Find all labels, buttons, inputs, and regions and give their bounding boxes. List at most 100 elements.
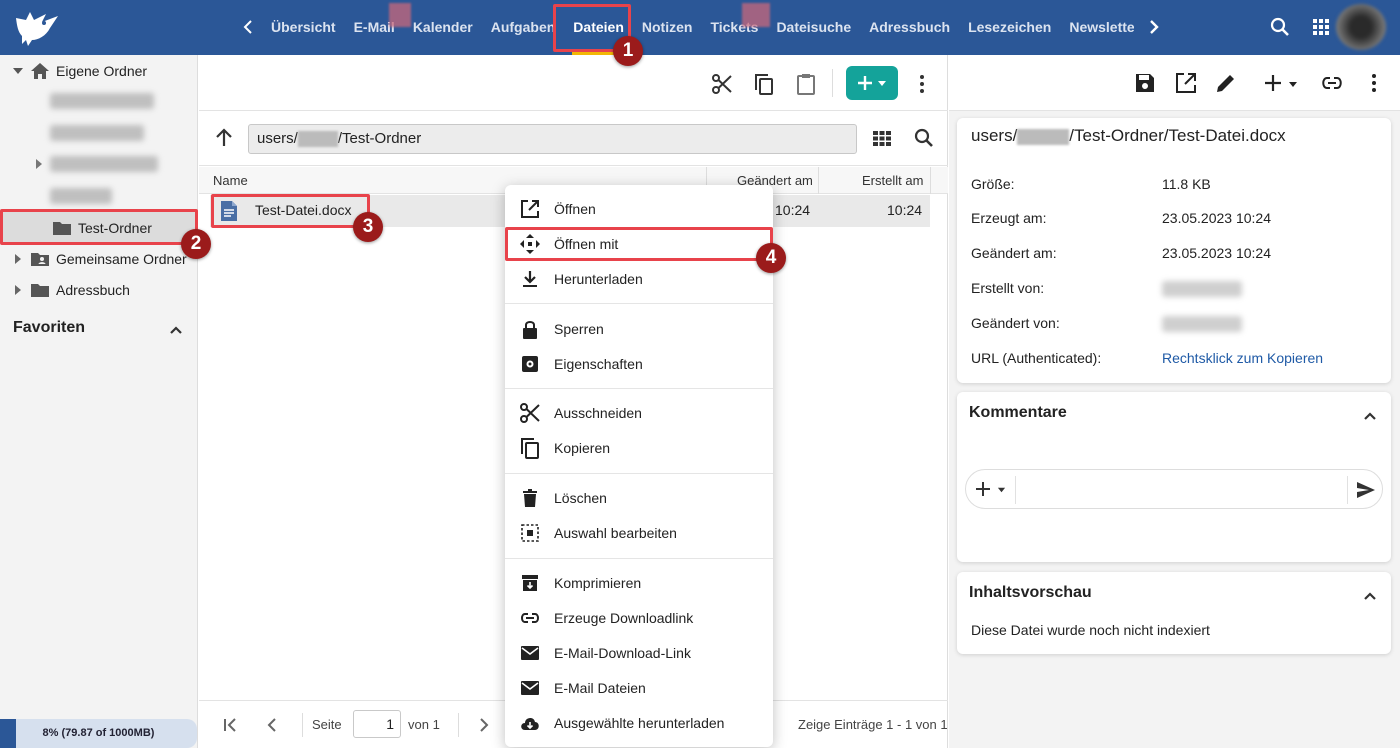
menu-item-ausgewaehlte-herunterladen[interactable]: Ausgewählte herunterladen — [505, 705, 773, 740]
caret-right-icon[interactable] — [12, 284, 24, 296]
menu-item-kopieren[interactable]: Kopieren — [505, 430, 773, 465]
caret-down-icon[interactable] — [12, 65, 24, 77]
menu-item-oeffnen-mit[interactable]: Öffnen mit — [505, 226, 773, 261]
app-grid-icon[interactable] — [1308, 14, 1334, 40]
redacted-folder[interactable] — [50, 188, 112, 204]
scissors-icon — [520, 402, 540, 423]
nav-scroll-left-icon[interactable] — [240, 16, 256, 38]
tab-newsletter[interactable]: Newsletter — [1060, 0, 1134, 55]
comment-input[interactable] — [1021, 474, 1341, 504]
tab-aufgaben[interactable]: Aufgaben — [482, 0, 565, 55]
add-button[interactable] — [846, 66, 898, 100]
tree-item-eigene-ordner[interactable]: Eigene Ordner — [0, 55, 198, 86]
email-unread-badge — [389, 3, 411, 27]
column-separator[interactable] — [818, 167, 819, 194]
open-external-icon — [521, 199, 539, 218]
properties-icon — [522, 355, 538, 372]
menu-item-sperren[interactable]: Sperren — [505, 311, 773, 346]
menu-divider — [505, 303, 773, 304]
more-vertical-icon[interactable] — [1362, 71, 1386, 95]
redacted-folder[interactable] — [50, 93, 154, 109]
comments-title[interactable]: Kommentare — [969, 404, 1067, 422]
copy-icon — [521, 437, 539, 459]
chevron-up-icon[interactable] — [167, 321, 185, 339]
plus-icon[interactable] — [1261, 71, 1285, 95]
step-marker-4: 4 — [756, 243, 786, 273]
menu-label: Herunterladen — [554, 270, 643, 287]
scissors-icon[interactable] — [710, 72, 734, 96]
field-created-by-label: Erstellt von: — [971, 280, 1045, 296]
menu-item-eigenschaften[interactable]: Eigenschaften — [505, 346, 773, 381]
arrow-up-icon[interactable] — [213, 127, 235, 149]
grid-view-icon[interactable] — [871, 127, 893, 149]
favorites-heading[interactable]: Favoriten — [13, 319, 85, 337]
paste-icon[interactable] — [794, 72, 818, 96]
pager-divider — [302, 713, 303, 737]
menu-item-auswahl-bearbeiten[interactable]: Auswahl bearbeiten — [505, 515, 773, 550]
tab-dateisuche[interactable]: Dateisuche — [767, 0, 860, 55]
details-panel: users/ /Test-Ordner/Test-Datei.docx Größe… — [949, 55, 1400, 748]
details-path: users/ /Test-Ordner/Test-Datei.docx — [971, 126, 1286, 146]
file-name[interactable]: Test-Datei.docx — [255, 202, 351, 218]
previous-page-icon[interactable] — [263, 716, 281, 734]
save-icon[interactable] — [1133, 71, 1157, 95]
tree-item-gemeinsame-ordner[interactable]: Gemeinsame Ordner — [0, 243, 198, 274]
field-size-value: 11.8 KB — [1162, 176, 1211, 192]
search-icon[interactable] — [1267, 14, 1293, 40]
page-total: von 1 — [408, 717, 440, 732]
column-separator[interactable] — [930, 167, 931, 194]
path-input[interactable]: users/ /Test-Ordner — [248, 124, 857, 154]
caret-right-icon[interactable] — [34, 159, 44, 169]
page-number-input[interactable]: 1 — [353, 710, 401, 738]
app-logo-icon[interactable] — [12, 6, 62, 48]
menu-label: Sperren — [554, 320, 604, 337]
caret-down-icon[interactable] — [997, 485, 1006, 494]
next-page-icon[interactable] — [475, 716, 493, 734]
more-vertical-icon[interactable] — [910, 72, 934, 96]
tree-label: Test-Ordner — [78, 219, 152, 236]
menu-label: E-Mail-Download-Link — [554, 644, 691, 661]
menu-item-herunterladen[interactable]: Herunterladen — [505, 261, 773, 296]
tree-item-adressbuch[interactable]: Adressbuch — [0, 274, 198, 305]
link-icon[interactable] — [1320, 71, 1344, 95]
redacted-folder[interactable] — [50, 125, 144, 141]
file-toolbar — [199, 55, 948, 111]
tab-adressbuch[interactable]: Adressbuch — [860, 0, 959, 55]
open-external-icon[interactable] — [1174, 71, 1198, 95]
tree-item-test-ordner[interactable]: Test-Ordner — [0, 212, 198, 243]
menu-item-email-dateien[interactable]: E-Mail Dateien — [505, 670, 773, 705]
menu-item-email-download-link[interactable]: E-Mail-Download-Link — [505, 635, 773, 670]
tab-lesezeichen[interactable]: Lesezeichen — [959, 0, 1060, 55]
top-navigation-bar: Übersicht E-Mail Kalender Aufgaben Datei… — [0, 0, 1400, 55]
tab-kalender[interactable]: Kalender — [404, 0, 482, 55]
caret-right-icon[interactable] — [12, 253, 24, 265]
copy-icon[interactable] — [752, 72, 776, 96]
search-icon[interactable] — [913, 127, 935, 149]
column-created[interactable]: Erstellt am — [862, 173, 923, 188]
chevron-up-icon[interactable] — [1361, 587, 1379, 605]
send-icon[interactable] — [1355, 479, 1377, 501]
menu-label: Öffnen mit — [554, 235, 619, 252]
cloud-download-icon — [521, 717, 539, 730]
plus-icon[interactable] — [975, 481, 991, 497]
menu-item-oeffnen[interactable]: Öffnen — [505, 191, 773, 226]
menu-item-loeschen[interactable]: Löschen — [505, 480, 773, 515]
archive-icon — [522, 574, 538, 591]
copy-url-link[interactable]: Rechtsklick zum Kopieren — [1162, 350, 1323, 366]
preview-title[interactable]: Inhaltsvorschau — [969, 584, 1092, 602]
edit-pencil-icon[interactable] — [1214, 71, 1238, 95]
nav-scroll-right-icon[interactable] — [1146, 16, 1162, 38]
tab-notizen[interactable]: Notizen — [633, 0, 702, 55]
column-name[interactable]: Name — [213, 173, 248, 188]
menu-item-komprimieren[interactable]: Komprimieren — [505, 565, 773, 600]
menu-item-ausschneiden[interactable]: Ausschneiden — [505, 395, 773, 430]
redacted-username — [1017, 128, 1070, 145]
chevron-up-icon[interactable] — [1361, 407, 1379, 425]
caret-down-icon[interactable] — [1288, 79, 1298, 89]
first-page-icon[interactable] — [221, 716, 239, 734]
menu-label: Eigenschaften — [554, 355, 643, 372]
user-avatar[interactable] — [1336, 4, 1386, 50]
menu-item-erzeuge-downloadlink[interactable]: Erzeuge Downloadlink — [505, 600, 773, 635]
redacted-folder[interactable] — [50, 156, 158, 172]
tab-uebersicht[interactable]: Übersicht — [262, 0, 345, 55]
